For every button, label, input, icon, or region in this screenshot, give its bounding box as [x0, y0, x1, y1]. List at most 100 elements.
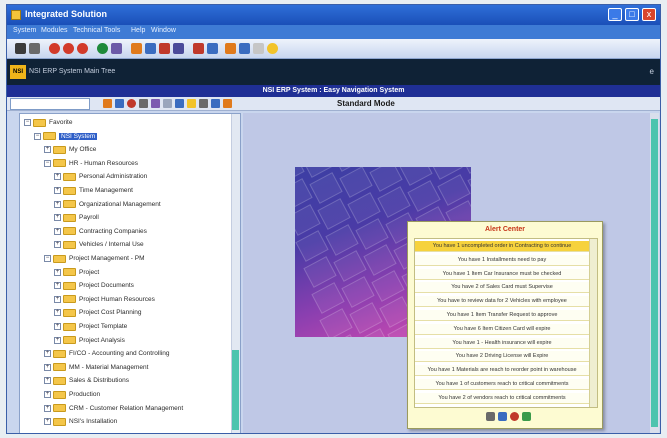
tree-item[interactable]: − HR - Human Resources [44, 158, 138, 169]
search-icon[interactable] [115, 99, 124, 108]
chart-icon[interactable] [193, 43, 204, 54]
tree-item[interactable]: + CRM - Customer Relation Management [44, 403, 183, 414]
tree-scroll-thumb[interactable] [232, 350, 239, 430]
tree-item[interactable]: + Production [44, 389, 100, 400]
tree-item[interactable]: + Project Analysis [54, 335, 125, 346]
stop-icon[interactable] [127, 99, 136, 108]
stop-icon[interactable] [77, 43, 88, 54]
table-icon[interactable] [163, 99, 172, 108]
expand-toggle-icon[interactable]: + [54, 336, 61, 344]
window-icon[interactable] [239, 43, 250, 54]
alert-item[interactable]: You have 1 of customers reach to critica… [415, 379, 589, 390]
back-icon[interactable] [49, 43, 60, 54]
expand-toggle-icon[interactable]: + [54, 241, 61, 249]
tree-item[interactable]: + Project [54, 267, 99, 278]
transaction-input[interactable] [10, 98, 90, 110]
alert-scrollbar[interactable] [589, 239, 597, 407]
tree-item[interactable]: + Contracting Companies [54, 226, 147, 237]
tree-item[interactable]: + Vehicles / Internal Use [54, 239, 144, 250]
expand-toggle-icon[interactable]: − [34, 132, 41, 140]
expand-toggle-icon[interactable]: + [54, 214, 61, 222]
tree-item[interactable]: + Payroll [54, 212, 99, 223]
save-icon[interactable] [15, 43, 26, 54]
expand-toggle-icon[interactable]: + [54, 187, 61, 194]
grid-icon[interactable] [173, 43, 184, 54]
key-icon[interactable] [223, 99, 232, 108]
tree-item[interactable]: − NSI System [34, 131, 98, 142]
expand-toggle-icon[interactable]: + [44, 350, 51, 358]
menu-technical-tools[interactable]: Technical Tools [73, 27, 120, 34]
expand-toggle-icon[interactable]: + [44, 404, 51, 412]
tools-icon[interactable] [199, 99, 208, 108]
alert-item[interactable]: You have 2 of vendors reach to critical … [415, 392, 589, 404]
expand-toggle-icon[interactable]: + [44, 146, 51, 154]
folder-icon[interactable] [225, 43, 236, 54]
tree-item[interactable]: + Organizational Management [54, 199, 161, 210]
tree-item[interactable]: + Sales & Distributions [44, 375, 129, 386]
expand-toggle-icon[interactable]: + [54, 200, 61, 208]
tree-item[interactable]: + My Office [44, 144, 96, 155]
tree-item[interactable]: − Favorite [24, 117, 72, 128]
tool-icon[interactable] [131, 43, 142, 54]
print-icon[interactable] [29, 43, 40, 54]
star-icon[interactable] [187, 99, 196, 108]
alert-item[interactable]: You have 6 Item Citizen Card will expire [415, 323, 589, 335]
corner-button[interactable]: e [650, 67, 654, 76]
tree-item[interactable]: + Personal Administration [54, 171, 147, 182]
filter-icon[interactable] [498, 412, 507, 421]
edit-icon[interactable] [151, 99, 160, 108]
pencil-icon[interactable] [139, 99, 148, 108]
expand-toggle-icon[interactable]: + [44, 363, 51, 371]
execute-icon[interactable] [103, 99, 112, 108]
expand-toggle-icon[interactable]: + [54, 268, 61, 276]
document-icon[interactable] [207, 43, 218, 54]
alert-item[interactable]: You have 1 Materials are reach to reorde… [415, 365, 589, 377]
expand-toggle-icon[interactable]: + [54, 323, 61, 330]
expand-toggle-icon[interactable]: − [24, 119, 31, 126]
grid-icon[interactable] [175, 99, 184, 108]
menu-help[interactable]: Help [131, 27, 145, 34]
tree-item[interactable]: + NSI's Installation [44, 416, 117, 427]
alert-item[interactable]: You have 1 uncompleted order in Contract… [415, 241, 589, 252]
expand-toggle-icon[interactable]: + [44, 418, 51, 426]
tree-item[interactable]: + Project Documents [54, 280, 134, 291]
content-scrollbar[interactable] [650, 113, 659, 433]
alert-item[interactable]: You have 1 Item Car Insurance must be ch… [415, 268, 589, 280]
maximize-button[interactable]: □ [625, 8, 639, 21]
expand-toggle-icon[interactable]: + [54, 282, 61, 290]
menu-modules[interactable]: Modules [41, 27, 67, 34]
alert-item[interactable]: You have 2 Driving License will Expire [415, 351, 589, 363]
tree-item[interactable]: − Project Management - PM [44, 253, 145, 264]
expand-toggle-icon[interactable]: + [44, 391, 51, 398]
edit-icon[interactable] [486, 412, 495, 421]
content-scroll-thumb[interactable] [651, 119, 658, 427]
tree-scrollbar[interactable] [231, 114, 240, 433]
refresh-icon[interactable] [97, 43, 108, 54]
settings-icon[interactable] [111, 43, 122, 54]
help-icon[interactable] [267, 43, 278, 54]
window-icon[interactable] [211, 99, 220, 108]
refresh-icon[interactable] [522, 412, 531, 421]
expand-toggle-icon[interactable]: − [44, 255, 51, 262]
alert-item[interactable]: You have 1 Item Transfer Request to appr… [415, 310, 589, 321]
tree-item[interactable]: + Project Template [54, 321, 127, 332]
expand-toggle-icon[interactable]: + [54, 309, 61, 317]
report-icon[interactable] [159, 43, 170, 54]
tree-item[interactable]: + Project Human Resources [54, 294, 155, 305]
minimize-button[interactable]: _ [608, 8, 622, 21]
tree-item[interactable]: + FI/CO - Accounting and Controlling [44, 348, 169, 359]
expand-toggle-icon[interactable]: + [54, 173, 61, 181]
alert-item[interactable]: You have 2 of Sales Card must Supervise [415, 282, 589, 294]
menu-window[interactable]: Window [151, 27, 176, 34]
alert-item[interactable]: You have to review data for 2 Vehicles w… [415, 296, 589, 308]
menu-system[interactable]: System [13, 27, 36, 34]
tree-item[interactable]: + MM - Material Management [44, 362, 148, 373]
close-icon[interactable] [510, 412, 519, 421]
mail-icon[interactable] [253, 43, 264, 54]
close-button[interactable]: x [642, 8, 656, 21]
tree-item[interactable]: + Project Cost Planning [54, 307, 142, 318]
alert-item[interactable]: You have 1 - Health insurance will expir… [415, 337, 589, 349]
expand-toggle-icon[interactable]: + [54, 227, 61, 235]
expand-toggle-icon[interactable]: + [44, 377, 51, 385]
expand-toggle-icon[interactable]: − [44, 159, 51, 167]
